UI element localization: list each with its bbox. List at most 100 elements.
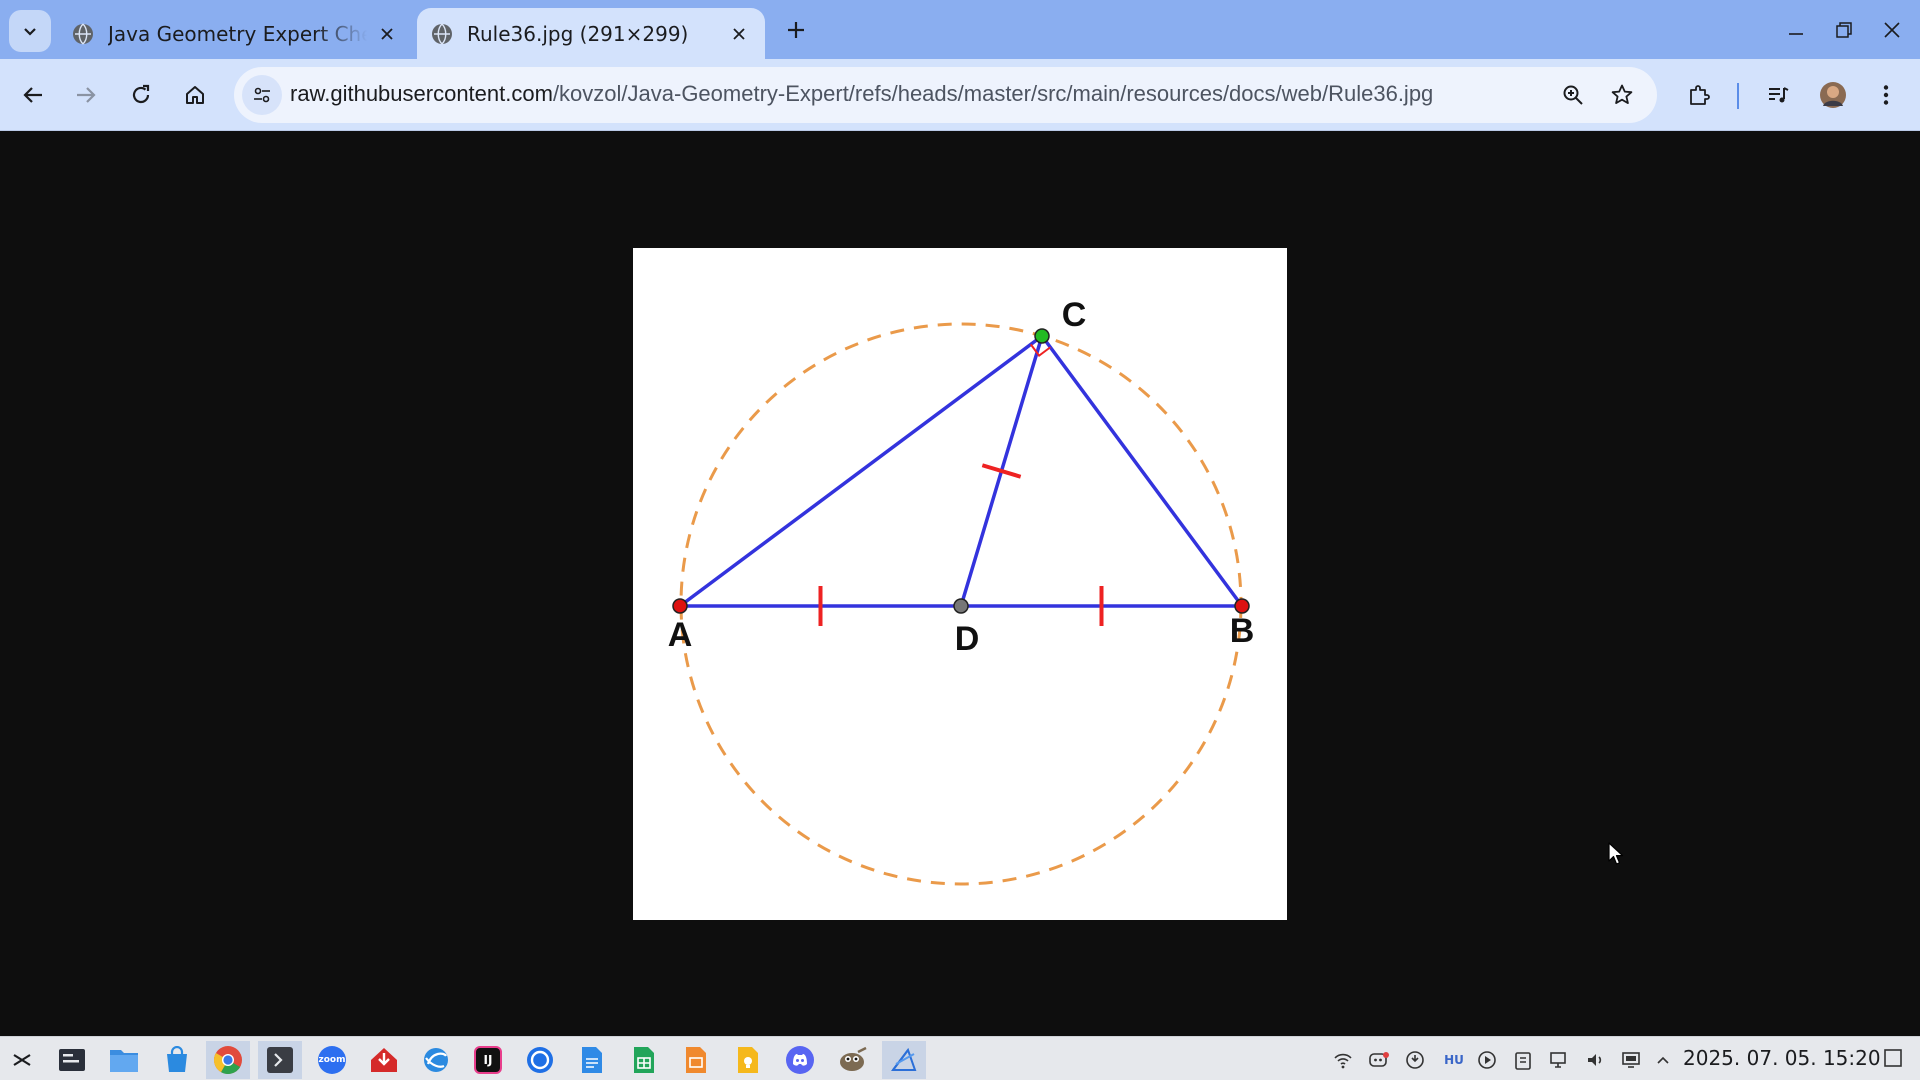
- intellij-icon: IJ: [474, 1046, 502, 1074]
- tab-title: Java Geometry Expert Chee: [108, 21, 367, 46]
- url-text[interactable]: raw.githubusercontent.com/kovzol/Java-Ge…: [290, 81, 1433, 107]
- reload-icon: [132, 84, 150, 104]
- docs-icon: [582, 1047, 602, 1073]
- geometry-figure: A B C D: [668, 296, 1254, 886]
- store-icon: [167, 1046, 187, 1072]
- tab-search-button[interactable]: [9, 10, 51, 52]
- launcher-icon: [13, 1054, 31, 1066]
- terminal-icon: [267, 1047, 293, 1073]
- tray-discord[interactable]: [1368, 1049, 1390, 1071]
- gimp-icon: [840, 1046, 867, 1071]
- close-icon: [1884, 22, 1900, 38]
- volume-icon: [1588, 1054, 1602, 1066]
- taskbar-app-geometry[interactable]: [882, 1041, 926, 1079]
- url-path: /kovzol/Java-Geometry-Expert/refs/heads/…: [552, 81, 1434, 106]
- messenger-icon: [527, 1047, 553, 1073]
- close-icon: [381, 27, 393, 40]
- point-b: [1234, 598, 1250, 614]
- sheets-icon: [634, 1047, 654, 1073]
- tab-java-geometry-expert[interactable]: Java Geometry Expert Chee: [58, 8, 413, 59]
- forward-icon: [77, 87, 96, 103]
- launcher-button[interactable]: [0, 1041, 44, 1079]
- taskbar-app-slides[interactable]: [674, 1041, 718, 1079]
- browser-toolbar: raw.githubusercontent.com/kovzol/Java-Ge…: [0, 59, 1920, 131]
- taskbar-app-gimp[interactable]: [830, 1041, 874, 1079]
- browser-menu-button[interactable]: [1866, 75, 1906, 115]
- keyboard-layout-icon: HU: [1444, 1053, 1464, 1067]
- back-button[interactable]: [13, 75, 53, 115]
- screen-icon: [1622, 1052, 1640, 1068]
- pdf-reader-icon: [371, 1048, 397, 1072]
- taskbar: zoom IJ HU 2025. 07. 05. 15:20: [0, 1036, 1920, 1080]
- taskbar-app-zoom[interactable]: zoom: [310, 1041, 354, 1079]
- tray-clipboard[interactable]: [1512, 1049, 1534, 1071]
- bookmark-button[interactable]: [1602, 75, 1642, 115]
- media-control-button[interactable]: [1758, 75, 1798, 115]
- point-d: [953, 598, 969, 614]
- taskbar-app-discord[interactable]: [778, 1041, 822, 1079]
- taskbar-app-terminal[interactable]: [258, 1041, 302, 1079]
- taskbar-app-panel[interactable]: [50, 1041, 94, 1079]
- globe-icon: [432, 23, 452, 44]
- back-icon: [23, 87, 42, 103]
- extensions-icon: [1690, 85, 1710, 105]
- restore-icon: [1836, 22, 1852, 38]
- home-icon: [186, 86, 204, 104]
- minimize-icon: [1789, 33, 1803, 35]
- taskbar-app-pdf[interactable]: [362, 1041, 406, 1079]
- tray-media[interactable]: [1476, 1049, 1498, 1071]
- clipboard-icon: [1515, 1052, 1531, 1070]
- taskbar-app-sheets[interactable]: [622, 1041, 666, 1079]
- minimize-button[interactable]: [1780, 14, 1812, 46]
- segment-AC: [678, 334, 1044, 608]
- media-control-icon: [1769, 87, 1789, 103]
- show-desktop-icon[interactable]: [1882, 1047, 1904, 1069]
- menu-icon: [1883, 85, 1889, 105]
- clock[interactable]: 2025. 07. 05. 15:20: [1683, 1046, 1881, 1070]
- tray-network[interactable]: [1332, 1049, 1354, 1071]
- tab-rule36[interactable]: Rule36.jpg (291×299): [417, 8, 765, 59]
- taskbar-app-store[interactable]: [155, 1041, 199, 1079]
- forward-button[interactable]: [66, 75, 106, 115]
- taskbar-app-keep[interactable]: [726, 1041, 770, 1079]
- close-window-button[interactable]: [1876, 14, 1908, 46]
- reload-button[interactable]: [121, 75, 161, 115]
- tray-screen[interactable]: [1620, 1049, 1642, 1071]
- home-button[interactable]: [175, 75, 215, 115]
- tune-icon: [254, 87, 270, 103]
- profile-avatar: [1820, 82, 1846, 108]
- taskbar-app-intellij[interactable]: IJ: [466, 1041, 510, 1079]
- taskbar-app-messenger[interactable]: [518, 1041, 562, 1079]
- ij-label: IJ: [483, 1053, 493, 1067]
- globe-icon: [73, 23, 93, 44]
- restore-button[interactable]: [1828, 14, 1860, 46]
- tab-close-button[interactable]: [727, 22, 751, 46]
- tray-volume[interactable]: [1584, 1049, 1606, 1071]
- site-info-button[interactable]: [242, 75, 282, 115]
- new-tab-button[interactable]: [780, 14, 812, 46]
- zoom-icon: zoom: [318, 1046, 346, 1074]
- terminal-panel-icon: [59, 1049, 85, 1071]
- media-icon: [1478, 1051, 1496, 1069]
- taskbar-app-files[interactable]: [102, 1041, 146, 1079]
- tab-strip: Java Geometry Expert Chee Rule36.jpg (29…: [0, 0, 1920, 59]
- taskbar-app-docs[interactable]: [570, 1041, 614, 1079]
- tab-close-button[interactable]: [375, 22, 399, 46]
- point-a: [672, 598, 688, 614]
- page-content: A B C D: [0, 131, 1920, 1036]
- point-c: [1034, 328, 1050, 344]
- tray-keyboard-layout[interactable]: HU: [1441, 1049, 1467, 1071]
- updates-icon: [1406, 1051, 1424, 1069]
- extensions-button[interactable]: [1679, 75, 1719, 115]
- profile-button[interactable]: [1813, 75, 1853, 115]
- browser-icon: [424, 1048, 448, 1072]
- zoom-button[interactable]: [1553, 75, 1593, 115]
- close-icon: [733, 27, 745, 40]
- url-host: raw.githubusercontent.com: [290, 81, 553, 106]
- taskbar-app-browser[interactable]: [414, 1041, 458, 1079]
- taskbar-app-chrome[interactable]: [206, 1041, 250, 1079]
- address-bar[interactable]: raw.githubusercontent.com/kovzol/Java-Ge…: [234, 67, 1657, 123]
- tray-expand-button[interactable]: [1652, 1049, 1674, 1071]
- tray-updates[interactable]: [1404, 1049, 1426, 1071]
- tray-display[interactable]: [1548, 1049, 1570, 1071]
